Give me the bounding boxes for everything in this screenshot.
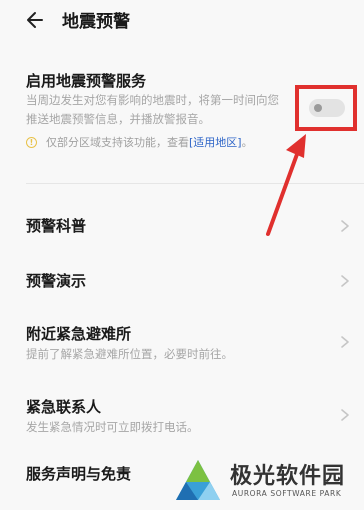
chevron-right-icon — [341, 275, 349, 287]
annotation-arrow — [266, 134, 306, 236]
watermark-title: 极光软件园 — [230, 464, 346, 489]
list-item-title: 紧急联系人 — [26, 398, 102, 416]
chevron-right-icon — [341, 336, 349, 348]
back-arrow-icon[interactable] — [22, 6, 50, 34]
page-title: 地震预警 — [62, 12, 130, 32]
toggle-highlight-box — [295, 85, 357, 131]
service-title: 启用地震预警服务 — [26, 72, 147, 90]
list-item-nearby-shelters[interactable]: 附近紧急避难所 提前了解紧急避难所位置，必要时前往。 — [0, 315, 364, 370]
list-item-warning-demo[interactable]: 预警演示 — [0, 260, 364, 305]
watermark: 极光软件园 AURORA SOFTWARE PARK — [168, 452, 364, 510]
service-description: 当周边发生对您有影响的地震时，将第一时间向您推送地震预警信息，并播放警报音。 — [26, 93, 279, 126]
watermark-subtitle: AURORA SOFTWARE PARK — [232, 489, 342, 498]
earthquake-warning-page: 地震预警 启用地震预警服务 当周边发生对您有影响的地震时，将第一时间向您推送地震… — [0, 0, 364, 510]
chevron-right-icon — [341, 409, 349, 421]
list-item-title: 预警科普 — [26, 217, 87, 235]
section-divider — [26, 183, 364, 184]
info-icon: ! — [26, 136, 37, 148]
list-item-title: 服务声明与免责 — [26, 465, 132, 483]
header-bar: 地震预警 — [0, 0, 364, 40]
toggle-knob — [314, 104, 322, 112]
aurora-logo-icon — [176, 460, 220, 500]
list-item-title: 预警演示 — [26, 272, 87, 290]
list-item-subtitle: 发生紧急情况时可立即拨打电话。 — [26, 420, 199, 434]
region-note-text: 仅部分区域支持该功能，查看 — [46, 136, 189, 149]
service-toggle[interactable] — [309, 99, 345, 117]
applicable-regions-link[interactable]: [适用地区] — [189, 134, 242, 150]
region-note: ! 仅部分区域支持该功能，查看 [适用地区] 。 — [26, 133, 253, 151]
chevron-right-icon — [341, 220, 349, 232]
list-item-subtitle: 提前了解紧急避难所位置，必要时前往。 — [26, 347, 233, 361]
list-item-emergency-contacts[interactable]: 紧急联系人 发生紧急情况时可立即拨打电话。 — [0, 388, 364, 443]
list-item-title: 附近紧急避难所 — [26, 325, 132, 343]
